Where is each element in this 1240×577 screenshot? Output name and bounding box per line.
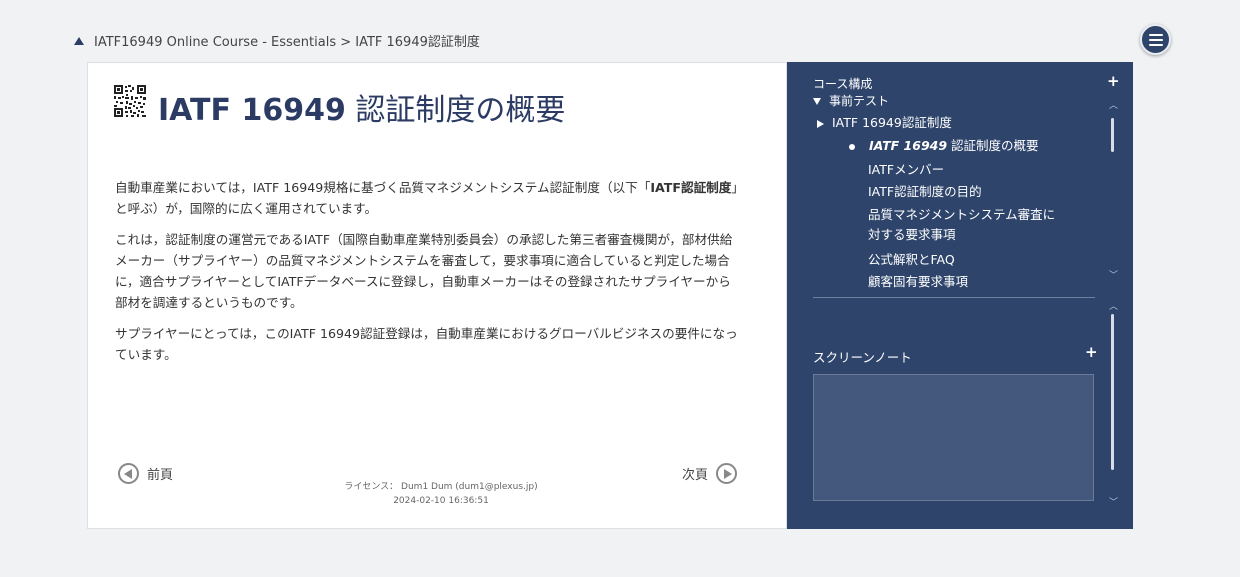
sidebar-divider: [813, 297, 1095, 298]
tree-item-faq[interactable]: 公式解釈とFAQ: [868, 249, 955, 268]
course-sidebar: コース構成 + 事前テスト IATF 16949認証制度 IATF 16949 …: [787, 62, 1133, 529]
expanded-triangle-icon: [813, 98, 821, 105]
tree-item-label: 事前テスト: [829, 94, 890, 108]
page-title-rest: 認証制度の概要: [345, 93, 566, 128]
paragraph: 自動車産業においては，IATF 16949規格に基づく品質マネジメントシステム認…: [115, 177, 741, 219]
paragraph-text: 自動車産業においては，IATF 16949規格に基づく品質マネジメントシステム認…: [115, 180, 651, 195]
page-title: IATF 16949 認証制度の概要: [158, 85, 565, 129]
course-expand-plus-icon[interactable]: +: [1107, 72, 1120, 90]
tree-item-label: 品質マネジメントシステム審査に: [868, 207, 1056, 222]
next-page-button[interactable]: 次頁: [682, 463, 738, 484]
collapse-triangle-icon[interactable]: [74, 36, 84, 45]
next-page-label: 次頁: [682, 468, 709, 483]
top-bar: IATF16949 Online Course - Essentials > I…: [0, 0, 1240, 62]
notes-add-plus-icon[interactable]: +: [1085, 343, 1098, 361]
prev-page-button[interactable]: 前頁: [118, 463, 173, 484]
tree-item-pretest[interactable]: 事前テスト: [813, 92, 889, 109]
content-panel: IATF 16949 認証制度の概要 自動車産業においては，IATF 16949…: [87, 62, 787, 529]
screen-notes-header: スクリーンノート: [813, 350, 912, 365]
paragraph: これは，認証制度の運営元であるIATF（国際自動車産業特別委員会）の承認した第三…: [115, 232, 733, 310]
arrow-right-circle-icon: [716, 463, 738, 484]
qr-code-icon[interactable]: [114, 85, 146, 117]
tree-item-label: 対する要求事項: [868, 227, 956, 242]
tree-item-label: 認証制度の概要: [947, 138, 1039, 153]
breadcrumb: IATF16949 Online Course - Essentials > I…: [74, 31, 480, 50]
arrow-left-circle-icon: [118, 463, 139, 484]
tree-item-purpose[interactable]: IATF認証制度の目的: [868, 181, 982, 200]
tree-item-label: IATF認証制度の目的: [868, 184, 982, 199]
prev-page-label: 前頁: [147, 468, 174, 483]
license-timestamp: 2024-02-10 16:36:51: [393, 496, 489, 506]
menu-line-icon: [1148, 33, 1163, 36]
tree-item-label: IATFメンバー: [868, 162, 945, 177]
hamburger-menu-button[interactable]: [1140, 24, 1171, 55]
tree-item-label-bold: IATF 16949: [869, 138, 948, 153]
collapsed-triangle-icon: [817, 119, 824, 128]
tree-scrollbar[interactable]: [1111, 118, 1114, 152]
notes-scrollbar[interactable]: [1111, 314, 1114, 470]
license-info: ライセンス： Dum1 Dum (dum1@plexus.jp) 2024-02…: [328, 480, 554, 508]
license-user: ライセンス： Dum1 Dum (dum1@plexus.jp): [344, 482, 538, 492]
tree-item-label: IATF 16949認証制度: [832, 115, 952, 130]
screen-notes-textarea[interactable]: [813, 374, 1094, 501]
tree-item-label: 顧客固有要求事項: [868, 274, 969, 289]
tree-item-customer-requirements[interactable]: 顧客固有要求事項: [868, 271, 968, 290]
tree-item-requirements[interactable]: 品質マネジメントシステム審査に 対する要求事項: [868, 205, 1055, 245]
article-body: 自動車産業においては，IATF 16949規格に基づく品質マネジメントシステム認…: [115, 177, 741, 375]
current-bullet-icon: [849, 143, 855, 150]
notes-scroll-down-arrow-icon[interactable]: ﹀: [1109, 495, 1118, 508]
paragraph: サプライヤーにとっては，このIATF 16949認証登録は，自動車産業におけるグ…: [115, 326, 738, 362]
tree-item-members[interactable]: IATFメンバー: [868, 159, 944, 178]
course-structure-header: コース構成: [813, 77, 873, 91]
notes-scroll-up-arrow-icon[interactable]: ︿: [1109, 299, 1118, 312]
scroll-up-arrow-icon[interactable]: ︿: [1109, 98, 1118, 111]
tree-item-section[interactable]: IATF 16949認証制度: [817, 112, 952, 131]
menu-line-icon: [1148, 43, 1163, 46]
tree-item-current[interactable]: IATF 16949 認証制度の概要: [849, 135, 1039, 154]
breadcrumb-text[interactable]: IATF16949 Online Course - Essentials > I…: [94, 31, 480, 50]
menu-line-icon: [1148, 38, 1163, 41]
page-title-bold: IATF 16949: [158, 93, 346, 128]
tree-item-label: 公式解釈とFAQ: [868, 252, 955, 267]
scroll-down-arrow-icon[interactable]: ﹀: [1109, 268, 1118, 281]
paragraph-bold-text: IATF認証制度: [650, 180, 732, 195]
